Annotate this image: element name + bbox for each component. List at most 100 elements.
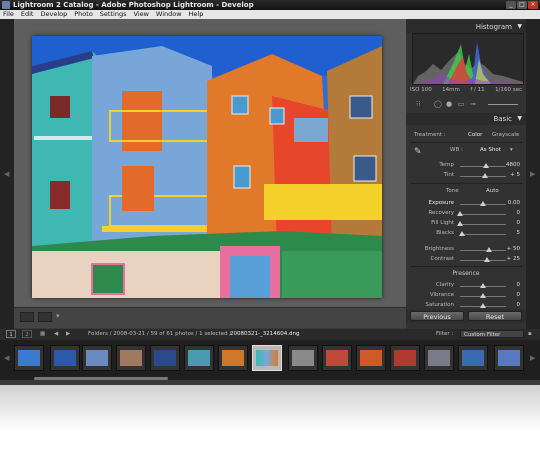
maximize-button[interactable]: □ bbox=[517, 1, 527, 9]
right-panel: Histogram ▼ ISO 100 14mm f / 11 1/160 se… bbox=[406, 19, 526, 329]
tint-knob[interactable] bbox=[482, 173, 489, 178]
page-2-button[interactable]: 2 bbox=[22, 330, 32, 338]
filmstrip-thumb[interactable] bbox=[14, 345, 44, 371]
grid-view-icon[interactable]: ▦ bbox=[40, 329, 45, 340]
basic-header[interactable]: Basic ▼ bbox=[406, 113, 526, 125]
filter-lock-icon[interactable]: ▪ bbox=[528, 329, 532, 340]
tool-slider[interactable] bbox=[488, 104, 518, 105]
window-reflection bbox=[0, 385, 540, 450]
brightness-track[interactable] bbox=[460, 250, 506, 251]
menu-settings[interactable]: Settings bbox=[100, 10, 127, 19]
filmstrip-thumb[interactable] bbox=[82, 345, 112, 371]
menu-window[interactable]: Window bbox=[156, 10, 182, 19]
temp-value[interactable]: 4800 bbox=[506, 161, 520, 170]
crop-overlay-icon[interactable]: ⁝⁝ bbox=[416, 100, 420, 108]
photo-preview[interactable] bbox=[32, 36, 382, 298]
temp-knob[interactable] bbox=[483, 163, 490, 168]
vibrance-knob[interactable] bbox=[480, 293, 486, 298]
blacks-value[interactable]: 5 bbox=[517, 229, 521, 238]
menu-edit[interactable]: Edit bbox=[21, 10, 34, 19]
close-button[interactable]: × bbox=[528, 1, 538, 9]
loupe-view-button[interactable] bbox=[20, 312, 34, 322]
exposure-slider[interactable]: Exposure 0.00 bbox=[406, 199, 526, 208]
red-eye-icon[interactable]: ● bbox=[446, 100, 452, 108]
clarity-knob[interactable] bbox=[480, 283, 486, 288]
brightness-value[interactable]: + 50 bbox=[507, 245, 520, 254]
recovery-track[interactable] bbox=[460, 214, 506, 215]
spot-removal-icon[interactable]: ◯ bbox=[434, 100, 442, 108]
auto-tone-button[interactable]: Auto bbox=[486, 187, 499, 196]
lightroom-window: Lightroom 2 Catalog - Adobe Photoshop Li… bbox=[0, 0, 540, 385]
menu-file[interactable]: File bbox=[3, 10, 14, 19]
previous-button[interactable]: Previous bbox=[410, 311, 464, 321]
filmstrip-thumb[interactable] bbox=[494, 345, 524, 371]
recovery-knob[interactable] bbox=[457, 211, 463, 216]
blacks-knob[interactable] bbox=[459, 231, 466, 236]
filmstrip-right-arrow-icon[interactable]: ▶ bbox=[530, 354, 535, 362]
brightness-slider[interactable]: Brightness + 50 bbox=[406, 245, 526, 254]
page-1-button[interactable]: 1 bbox=[6, 330, 16, 338]
histogram-header[interactable]: Histogram ▼ bbox=[406, 21, 526, 33]
blacks-slider[interactable]: Blacks 5 bbox=[406, 229, 526, 238]
contrast-value[interactable]: + 25 bbox=[507, 255, 520, 264]
blacks-track[interactable] bbox=[460, 234, 506, 235]
filmstrip-thumb[interactable] bbox=[458, 345, 488, 371]
exposure-value[interactable]: 0.00 bbox=[508, 199, 520, 208]
filmstrip-thumb[interactable] bbox=[288, 345, 318, 371]
back-arrow-icon[interactable]: ◀ bbox=[54, 329, 58, 340]
temp-slider[interactable]: Temp 4800 bbox=[406, 161, 526, 170]
dropdown-icon[interactable]: ▾ bbox=[510, 146, 513, 155]
collapse-triangle-icon: ▼ bbox=[517, 115, 522, 122]
wb-preset-select[interactable]: As Shot bbox=[480, 146, 501, 155]
menu-photo[interactable]: Photo bbox=[74, 10, 93, 19]
fill-light-knob[interactable] bbox=[457, 221, 463, 226]
forward-arrow-icon[interactable]: ▶ bbox=[66, 329, 70, 340]
filmstrip-thumb[interactable] bbox=[218, 345, 248, 371]
filmstrip-thumb[interactable] bbox=[390, 345, 420, 371]
adjustment-brush-icon[interactable]: ⊸ bbox=[470, 100, 476, 108]
fill-light-track[interactable] bbox=[460, 224, 506, 225]
filmstrip-left-arrow-icon[interactable]: ◀ bbox=[4, 354, 9, 362]
menu-help[interactable]: Help bbox=[189, 10, 204, 19]
right-panel-toggle-icon[interactable]: ▶ bbox=[530, 170, 535, 178]
clarity-value[interactable]: 0 bbox=[517, 281, 521, 290]
exposure-knob[interactable] bbox=[480, 201, 486, 206]
breadcrumb-path[interactable]: Folders / 2008-03-21 / 59 of 61 photos /… bbox=[88, 329, 231, 340]
clarity-slider[interactable]: Clarity 0 bbox=[406, 281, 526, 290]
filmstrip-thumb-selected[interactable] bbox=[252, 345, 282, 371]
filmstrip-thumb[interactable] bbox=[424, 345, 454, 371]
filmstrip-thumb[interactable] bbox=[116, 345, 146, 371]
before-after-button[interactable] bbox=[38, 312, 52, 322]
menu-develop[interactable]: Develop bbox=[40, 10, 67, 19]
contrast-slider[interactable]: Contrast + 25 bbox=[406, 255, 526, 264]
vibrance-slider[interactable]: Vibrance 0 bbox=[406, 291, 526, 300]
fill-light-value[interactable]: 0 bbox=[517, 219, 521, 228]
filmstrip-scrollbar[interactable] bbox=[34, 377, 168, 380]
filmstrip-thumb[interactable] bbox=[184, 345, 214, 371]
left-panel-toggle-icon[interactable]: ◀ bbox=[4, 170, 9, 178]
minimize-button[interactable]: _ bbox=[506, 1, 516, 9]
window-title: Lightroom 2 Catalog - Adobe Photoshop Li… bbox=[13, 1, 254, 9]
filmstrip-thumb[interactable] bbox=[50, 345, 80, 371]
vibrance-value[interactable]: 0 bbox=[517, 291, 521, 300]
treatment-grayscale-option[interactable]: Grayscale bbox=[492, 131, 519, 140]
aperture-value: f / 11 bbox=[470, 87, 485, 93]
recovery-value[interactable]: 0 bbox=[517, 209, 521, 218]
tint-slider[interactable]: Tint + 5 bbox=[406, 171, 526, 180]
tint-value[interactable]: + 5 bbox=[510, 171, 520, 180]
filmstrip-thumb[interactable] bbox=[322, 345, 352, 371]
filter-select[interactable]: Custom Filter bbox=[460, 330, 524, 338]
menu-view[interactable]: View bbox=[133, 10, 148, 19]
contrast-knob[interactable] bbox=[483, 257, 490, 262]
graduated-filter-icon[interactable]: ▭ bbox=[458, 100, 465, 108]
brightness-knob[interactable] bbox=[485, 247, 492, 252]
recovery-slider[interactable]: Recovery 0 bbox=[406, 209, 526, 218]
fill-light-slider[interactable]: Fill Light 0 bbox=[406, 219, 526, 228]
filmstrip-thumb[interactable] bbox=[356, 345, 386, 371]
filmstrip-thumb[interactable] bbox=[150, 345, 180, 371]
reset-button[interactable]: Reset bbox=[468, 311, 522, 321]
histogram bbox=[412, 33, 524, 85]
dropdown-icon[interactable]: ▾ bbox=[56, 312, 60, 320]
treatment-color-option[interactable]: Color bbox=[468, 131, 482, 140]
saturation-knob[interactable] bbox=[480, 303, 486, 308]
